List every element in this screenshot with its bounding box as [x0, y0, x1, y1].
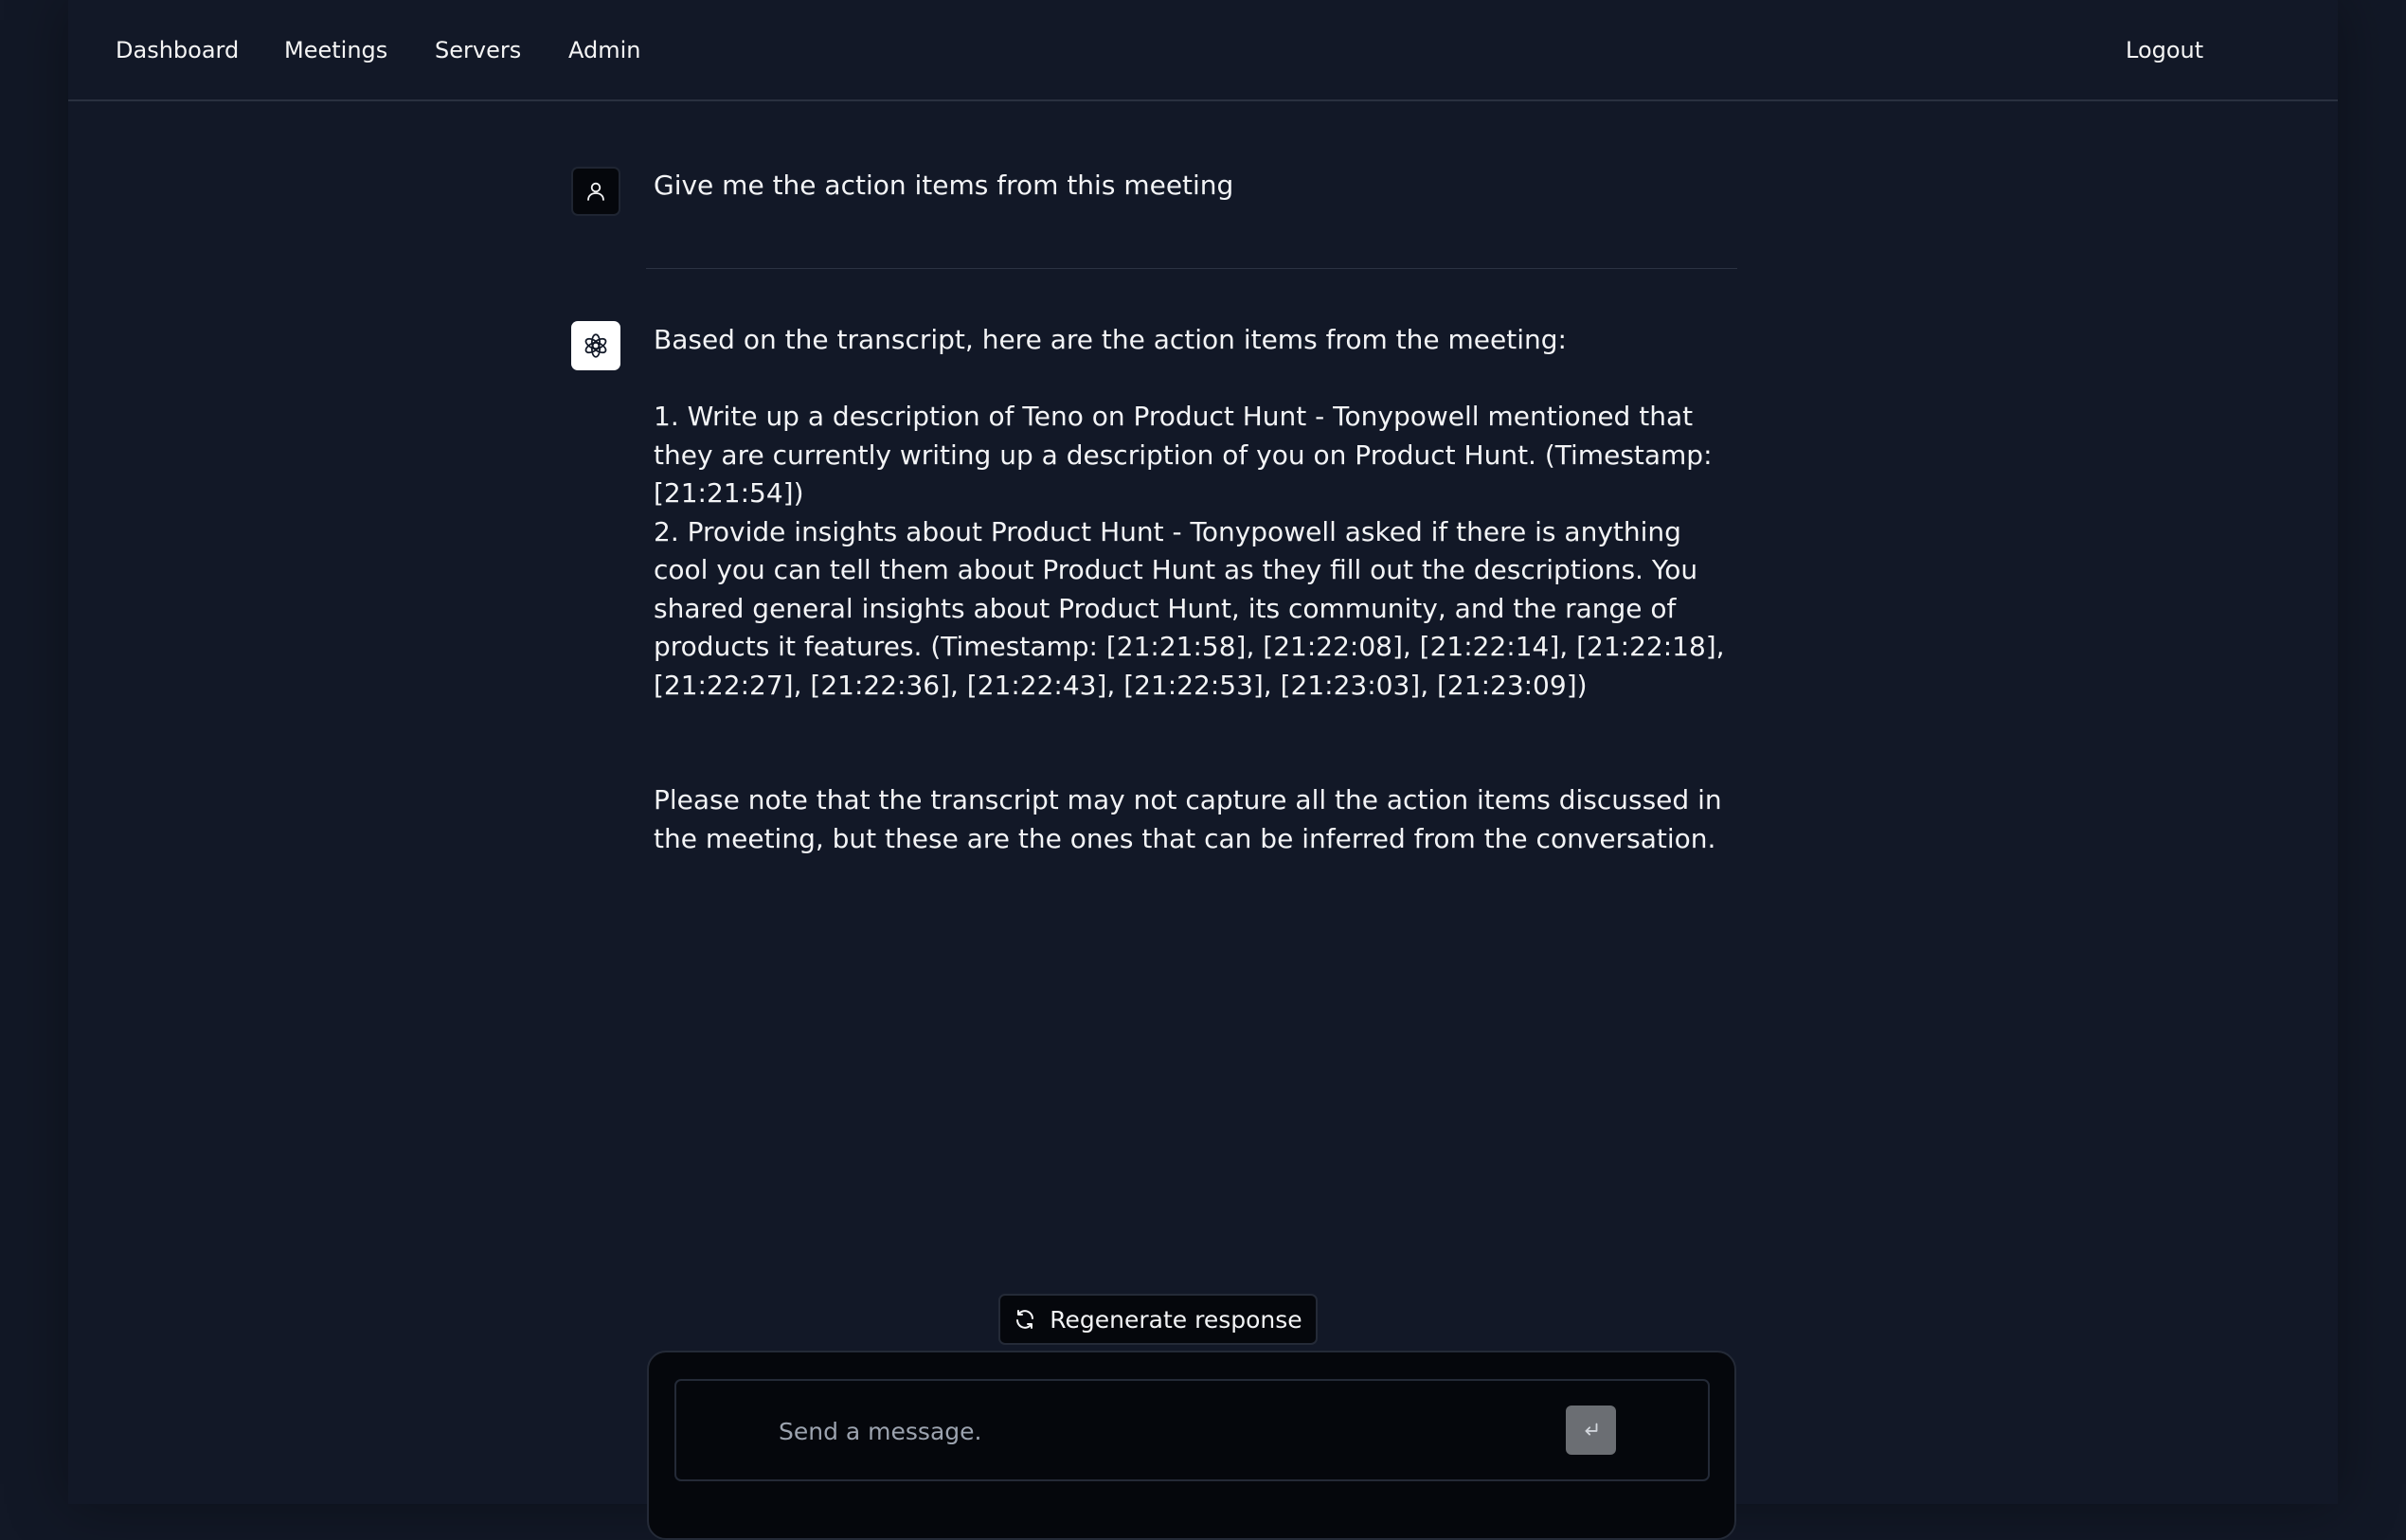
regenerate-response-label: Regenerate response [1050, 1305, 1302, 1334]
assistant-message-text: Based on the transcript, here are the ac… [654, 324, 1725, 854]
regenerate-response-button[interactable]: Regenerate response [998, 1294, 1318, 1345]
refresh-icon [1016, 1310, 1034, 1329]
nav-link-servers[interactable]: Servers [435, 34, 521, 66]
send-button[interactable] [1566, 1406, 1616, 1455]
message-composer [647, 1351, 1736, 1540]
message-input-box [674, 1379, 1710, 1481]
user-avatar [571, 167, 620, 216]
user-message-text: Give me the action items from this meeti… [654, 170, 1234, 201]
app-window: Dashboard Meetings Servers Admin Logout … [68, 0, 2338, 1540]
user-icon [587, 182, 604, 201]
enter-icon [1585, 1423, 1597, 1436]
assistant-avatar [571, 321, 620, 370]
nav-link-admin[interactable]: Admin [568, 34, 641, 66]
message-divider [646, 268, 1737, 269]
openai-logo-icon [584, 333, 607, 358]
logout-link[interactable]: Logout [2126, 34, 2203, 66]
nav-link-dashboard[interactable]: Dashboard [116, 34, 239, 66]
nav-link-meetings[interactable]: Meetings [284, 34, 387, 66]
message-input[interactable] [777, 1381, 1576, 1481]
top-navigation-bar: Dashboard Meetings Servers Admin Logout [68, 0, 2338, 101]
